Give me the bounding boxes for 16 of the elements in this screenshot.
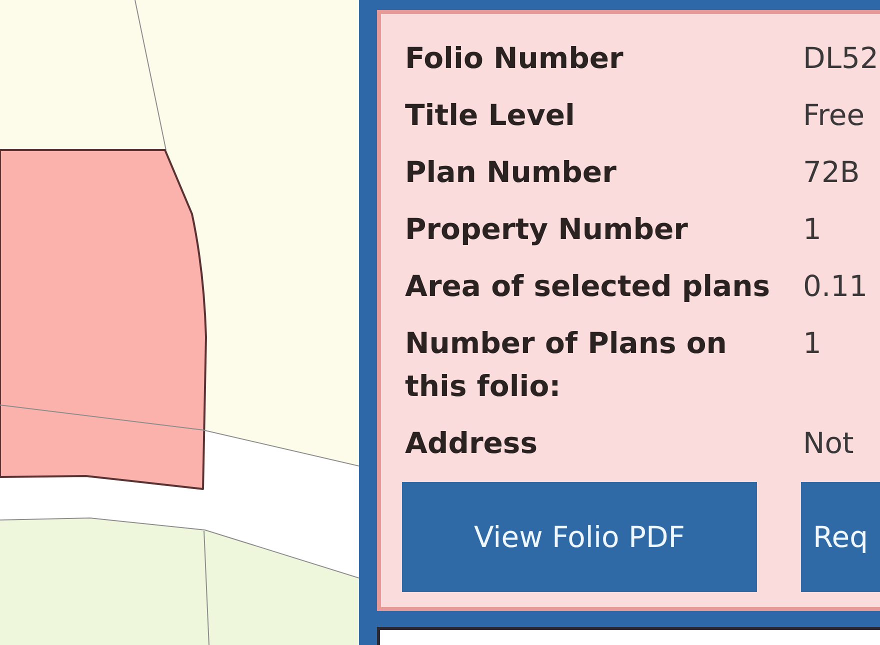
detail-label: Area of selected plans bbox=[405, 268, 772, 305]
detail-label: Number of Plans on this folio: bbox=[405, 325, 728, 405]
action-button[interactable]: View Folio PDF bbox=[402, 482, 757, 592]
detail-value: Not bbox=[803, 425, 855, 462]
detail-label: Plan Number bbox=[405, 154, 618, 191]
detail-label: Property Number bbox=[405, 211, 689, 248]
action-button[interactable]: Req bbox=[801, 482, 880, 592]
detail-value: 1 bbox=[803, 325, 822, 362]
detail-value: 72B bbox=[803, 154, 861, 191]
detail-value: 0.11 bbox=[803, 268, 869, 305]
detail-label: Title Level bbox=[405, 97, 576, 134]
detail-value: 1 bbox=[803, 211, 822, 248]
detail-label: Folio Number bbox=[405, 40, 624, 77]
detail-value: Free bbox=[803, 97, 866, 134]
detail-label: Address bbox=[405, 425, 538, 462]
detail-value: DL52 bbox=[803, 40, 880, 77]
